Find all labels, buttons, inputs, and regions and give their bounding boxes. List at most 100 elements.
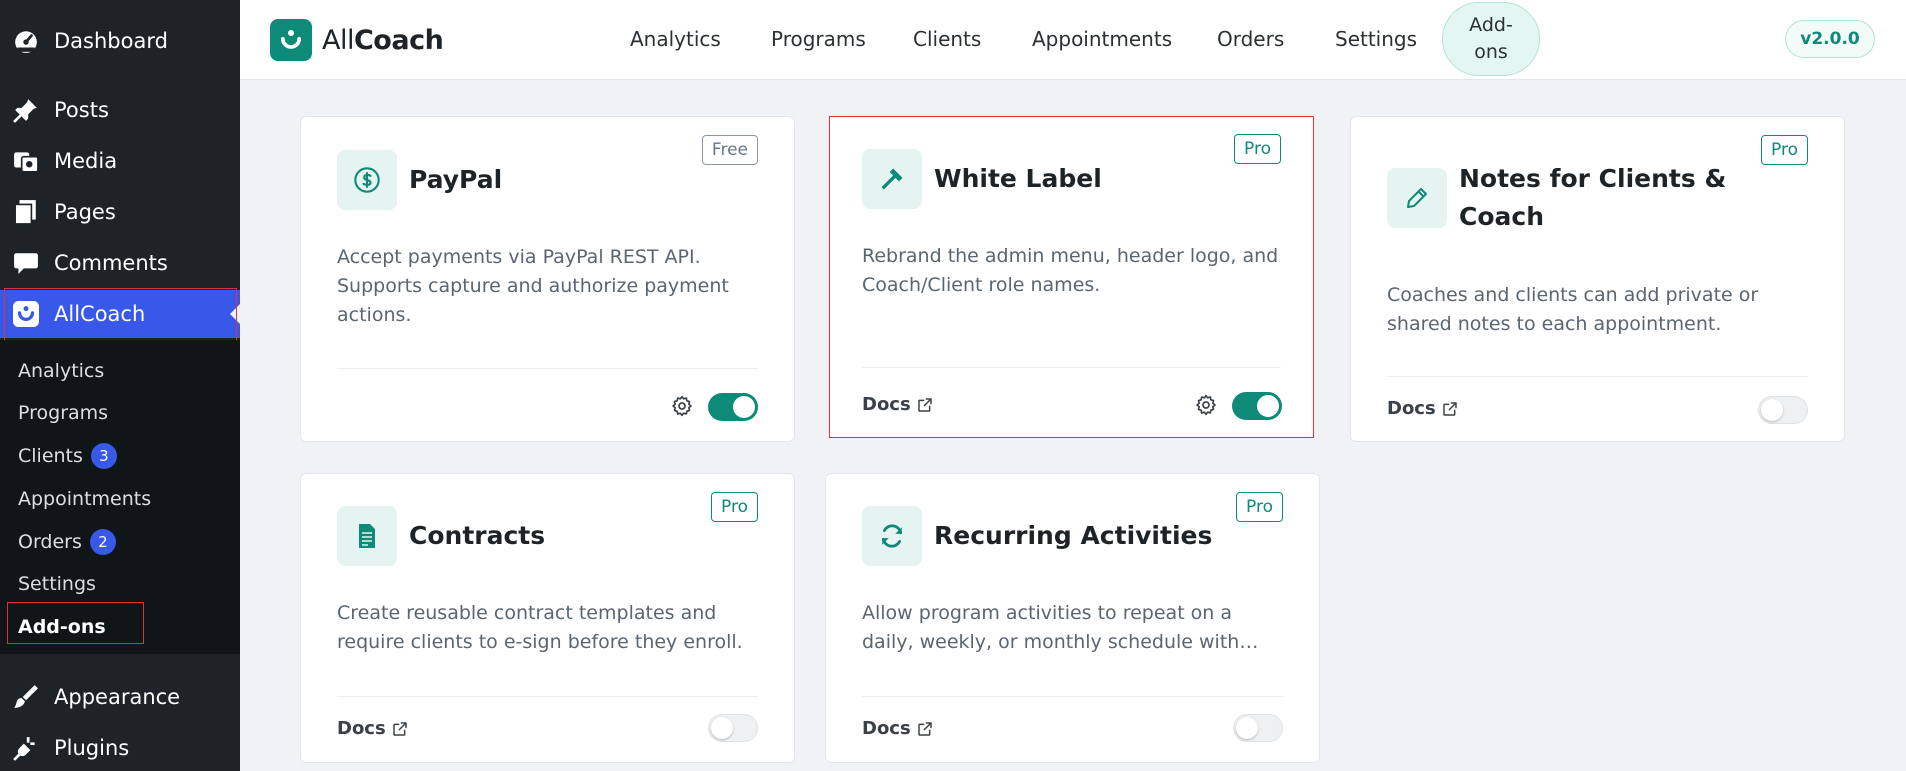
addon-card-recurring: Recurring Activities Pro Allow program a… <box>825 473 1320 763</box>
allcoach-logo-icon <box>270 19 312 61</box>
docs-label: Docs <box>862 718 911 739</box>
logo-text-bold: Coach <box>353 24 444 56</box>
addon-title: White Label <box>934 164 1102 193</box>
addon-card-notes: Notes for Clients & Coach Pro Coaches an… <box>1350 116 1845 442</box>
wp-menu-label: Plugins <box>54 736 130 760</box>
plan-badge: Pro <box>711 492 758 522</box>
nav-analytics[interactable]: Analytics <box>630 22 721 56</box>
card-divider <box>862 367 1281 368</box>
logo-text-light: All <box>322 24 354 56</box>
pages-icon <box>12 198 40 226</box>
submenu-label: Programs <box>18 402 109 424</box>
addon-toggle[interactable] <box>708 714 758 742</box>
card-divider <box>337 696 758 697</box>
external-link-icon <box>1442 401 1457 416</box>
wp-menu-label: Dashboard <box>54 29 168 53</box>
submenu-settings[interactable]: Settings <box>18 567 96 601</box>
addon-card-white-label: White Label Pro Rebrand the admin menu, … <box>829 116 1314 438</box>
allcoach-submenu: Analytics Programs Clients 3 Appointments… <box>0 340 240 654</box>
addon-title: Contracts <box>409 521 546 550</box>
submenu-analytics[interactable]: Analytics <box>18 354 104 388</box>
plug-icon <box>12 734 40 762</box>
submenu-orders[interactable]: Orders 2 <box>18 525 116 559</box>
docs-link[interactable]: Docs <box>862 394 933 415</box>
wp-menu-label: Media <box>54 149 118 173</box>
version-badge: v2.0.0 <box>1785 20 1875 58</box>
addon-toggle[interactable] <box>708 393 758 421</box>
submenu-label: Orders <box>18 531 82 553</box>
hammer-icon <box>862 149 922 209</box>
submenu-clients[interactable]: Clients 3 <box>18 439 117 473</box>
addon-card-paypal: PayPal Free Accept payments via PayPal R… <box>300 116 795 442</box>
plan-badge: Pro <box>1234 134 1281 164</box>
submenu-appointments[interactable]: Appointments <box>18 482 151 516</box>
toggle-knob <box>1236 717 1258 739</box>
nav-appointments[interactable]: Appointments <box>1032 22 1172 56</box>
addon-description: Accept payments via PayPal REST API. Sup… <box>337 246 729 326</box>
card-divider <box>1387 376 1808 377</box>
docs-link[interactable]: Docs <box>337 718 408 739</box>
docs-link[interactable]: Docs <box>1387 398 1458 419</box>
docs-label: Docs <box>862 394 911 415</box>
wp-menu-label: AllCoach <box>54 302 146 326</box>
wp-menu-pages[interactable]: Pages <box>0 188 240 236</box>
addon-toggle[interactable] <box>1232 392 1282 420</box>
card-divider <box>337 368 758 369</box>
allcoach-logo[interactable]: AllCoach <box>270 19 444 61</box>
addon-toggle[interactable] <box>1758 396 1808 424</box>
clients-count-badge: 3 <box>90 443 117 469</box>
submenu-addons[interactable]: Add-ons <box>18 610 106 644</box>
logo-wordmark: AllCoach <box>322 24 444 56</box>
wp-menu-posts[interactable]: Posts <box>0 86 240 134</box>
addon-description: Rebrand the admin menu, header logo, and… <box>862 245 1279 296</box>
document-icon <box>337 506 397 566</box>
addon-title: Recurring Activities <box>934 521 1213 550</box>
brush-icon <box>12 683 40 711</box>
toggle-knob <box>1257 395 1279 417</box>
dollar-icon <box>337 150 397 210</box>
docs-link[interactable]: Docs <box>862 718 933 739</box>
nav-clients[interactable]: Clients <box>913 22 981 56</box>
nav-addons[interactable]: Add-ons <box>1442 2 1540 76</box>
wp-menu-label: Posts <box>54 98 109 122</box>
external-link-icon <box>917 721 932 736</box>
submenu-label: Analytics <box>18 360 105 382</box>
docs-label: Docs <box>337 718 386 739</box>
external-link-icon <box>392 721 407 736</box>
docs-label: Docs <box>1387 398 1436 419</box>
submenu-programs[interactable]: Programs <box>18 396 108 430</box>
orders-count-badge: 2 <box>89 529 116 555</box>
refresh-icon <box>862 506 922 566</box>
plan-badge: Free <box>701 135 758 165</box>
pencil-icon <box>1387 168 1447 228</box>
nav-programs[interactable]: Programs <box>771 22 866 56</box>
submenu-label: Appointments <box>18 488 152 510</box>
wp-menu-media[interactable]: Media <box>0 137 240 185</box>
wp-menu-allcoach[interactable]: AllCoach <box>0 290 240 338</box>
wp-menu-appearance[interactable]: Appearance <box>0 673 240 721</box>
nav-settings[interactable]: Settings <box>1335 22 1417 56</box>
settings-gear-icon[interactable] <box>671 395 693 417</box>
wp-menu-label: Comments <box>54 251 168 275</box>
plan-badge: Pro <box>1236 492 1283 522</box>
wp-menu-comments[interactable]: Comments <box>0 239 240 287</box>
addon-card-contracts: Contracts Pro Create reusable contract t… <box>300 473 795 763</box>
card-divider <box>862 696 1283 697</box>
media-icon <box>12 147 40 175</box>
addon-description: Create reusable contract templates and r… <box>337 602 743 653</box>
addon-title: PayPal <box>409 165 503 194</box>
wp-menu-plugins[interactable]: Plugins <box>0 724 240 771</box>
addon-description: Coaches and clients can add private or s… <box>1387 284 1759 335</box>
addon-description: Allow program activities to repeat on a … <box>862 602 1240 653</box>
external-link-icon <box>917 397 932 412</box>
wp-admin-sidebar: Dashboard Posts Media Pages Comments All… <box>0 0 240 771</box>
nav-orders[interactable]: Orders <box>1217 22 1284 56</box>
addon-title: Notes for Clients & Coach <box>1459 164 1727 231</box>
wp-menu-dashboard[interactable]: Dashboard <box>0 17 240 65</box>
comment-icon <box>12 249 40 277</box>
addon-toggle[interactable] <box>1233 714 1283 742</box>
toggle-knob <box>1761 399 1783 421</box>
settings-gear-icon[interactable] <box>1195 394 1217 416</box>
toggle-knob <box>711 717 733 739</box>
submenu-label: Clients <box>18 445 83 467</box>
